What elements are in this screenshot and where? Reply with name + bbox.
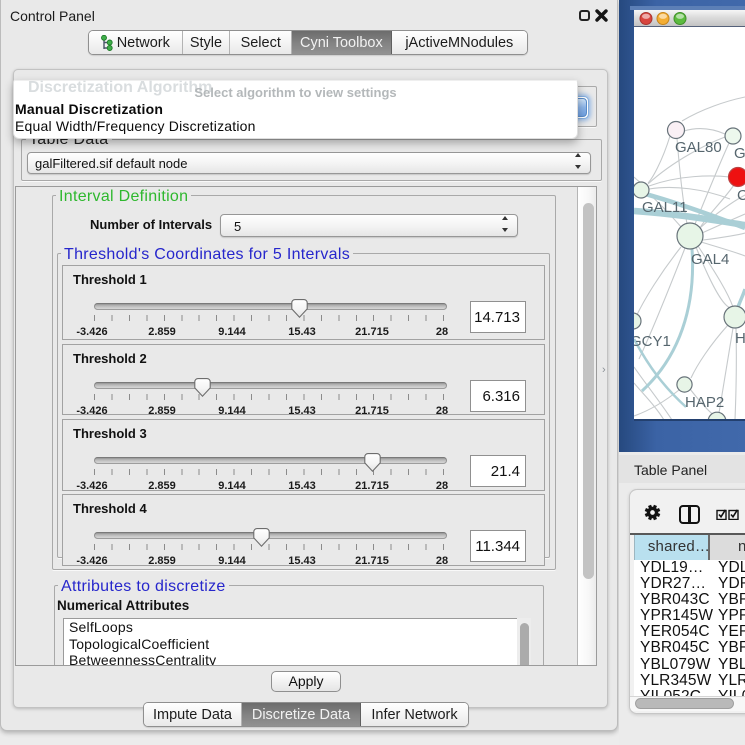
svg-text:HIS: HIS <box>735 330 745 347</box>
svg-text:HAP2: HAP2 <box>685 394 724 411</box>
svg-text:GAL4: GAL4 <box>691 251 729 268</box>
svg-text:CDC: CDC <box>737 187 745 204</box>
svg-text:GAL7: GAL7 <box>734 145 745 162</box>
svg-text:GAL11: GAL11 <box>642 199 688 216</box>
svg-text:GCY1: GCY1 <box>634 333 671 350</box>
svg-text:GAL80: GAL80 <box>675 139 722 156</box>
